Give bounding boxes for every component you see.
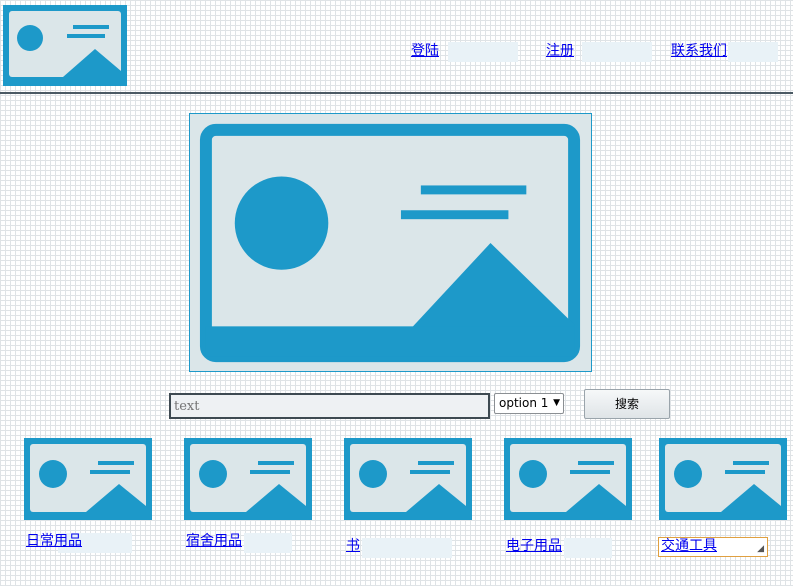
search-button[interactable]: 搜索	[584, 389, 670, 419]
nav-contact-link[interactable]: 联系我们	[671, 42, 727, 60]
category-label-box	[362, 538, 452, 558]
category-link-dorm[interactable]: 宿舍用品	[186, 532, 242, 550]
banner-image	[189, 113, 592, 372]
dropdown-arrow-icon: ▼	[553, 398, 560, 408]
image-placeholder-icon	[199, 123, 581, 363]
nav-login-link[interactable]: 登陆	[411, 42, 439, 60]
category-link-daily[interactable]: 日常用品	[26, 532, 82, 550]
image-placeholder-icon	[9, 11, 121, 77]
nav-register-link[interactable]: 注册	[546, 42, 574, 60]
image-placeholder-icon	[30, 444, 146, 512]
search-input[interactable]	[169, 393, 490, 419]
logo-image	[3, 5, 127, 86]
header-divider	[0, 92, 793, 94]
category-image-dorm[interactable]	[184, 438, 312, 520]
category-image-electronics[interactable]	[504, 438, 632, 520]
category-image-books[interactable]	[344, 438, 472, 520]
image-placeholder-icon	[510, 444, 626, 512]
category-image-daily[interactable]	[24, 438, 152, 520]
select-value: option 1	[499, 396, 549, 410]
resize-handle-icon[interactable]: ◢	[757, 544, 764, 554]
category-label-box	[564, 538, 612, 558]
image-placeholder-icon	[350, 444, 466, 512]
image-placeholder-icon	[190, 444, 306, 512]
category-link-electronics[interactable]: 电子用品	[506, 537, 562, 555]
category-label-box	[244, 533, 292, 553]
category-link-transport[interactable]: 交通工具	[661, 537, 717, 555]
category-link-books[interactable]: 书	[346, 537, 360, 555]
image-placeholder-icon	[665, 444, 781, 512]
category-image-transport[interactable]	[659, 438, 787, 520]
category-select[interactable]: option 1 ▼	[494, 393, 564, 414]
